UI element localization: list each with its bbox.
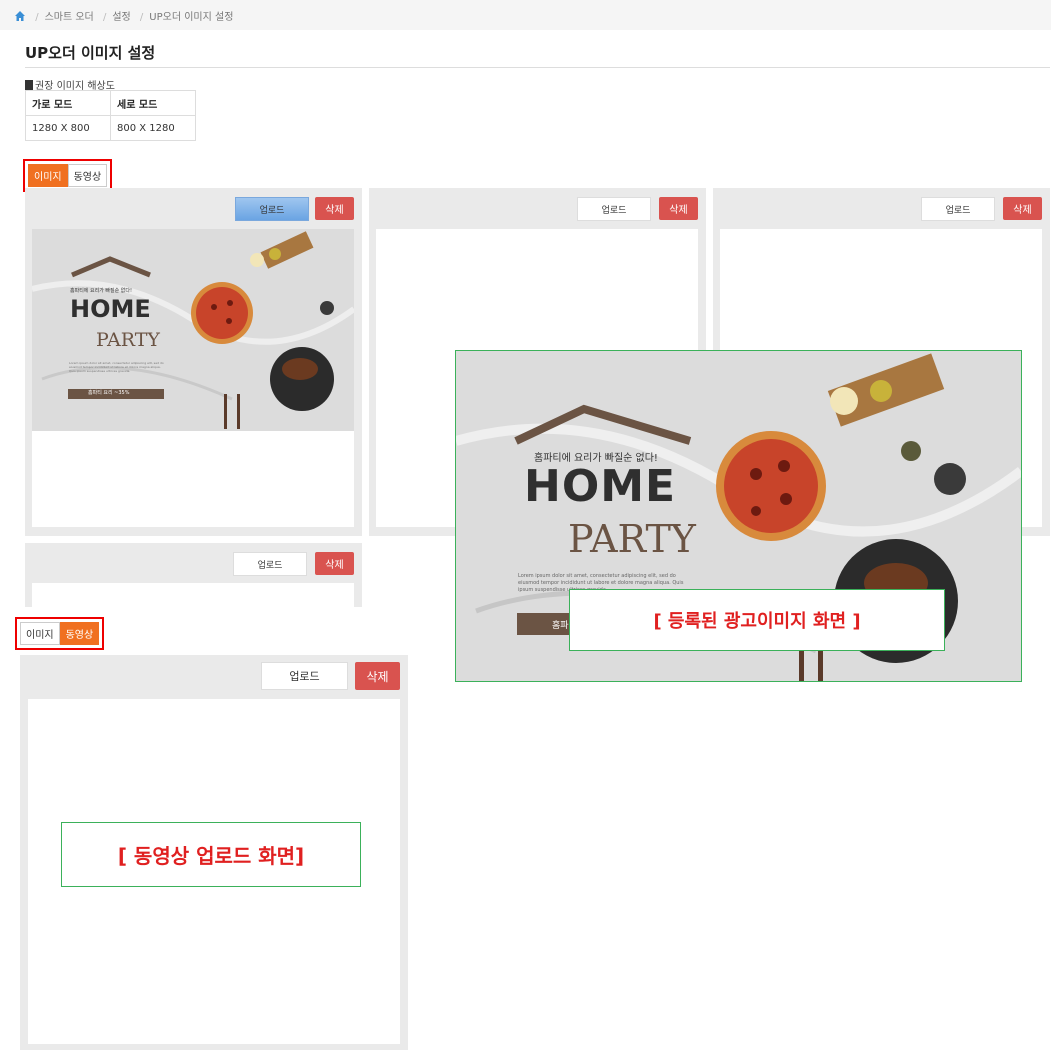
- breadcrumb-item: UP오더 이미지 설정: [149, 12, 234, 23]
- upload-button[interactable]: 업로드: [261, 662, 348, 690]
- media-tab-group: 이미지 동영상: [15, 617, 105, 650]
- ad-home-text: HOME: [524, 461, 677, 512]
- upload-button[interactable]: 업로드: [233, 552, 307, 576]
- video-upload-callout: [ 동영상 업로드 화면]: [61, 822, 361, 887]
- upload-button[interactable]: 업로드: [921, 197, 995, 221]
- ad-lorem: Lorem ipsum dolor sit amet, consectetur …: [69, 361, 164, 373]
- registered-ad-callout: [ 등록된 광고이미지 화면 ]: [569, 589, 945, 651]
- delete-button[interactable]: 삭제: [659, 197, 698, 220]
- table-header: 가로 모드: [25, 90, 111, 116]
- ad-sale: 홈파티 요리 ~35%: [88, 390, 130, 396]
- delete-button[interactable]: 삭제: [1003, 197, 1042, 220]
- resolution-table: 가로 모드 세로 모드 1280 X 800 800 X 1280: [25, 90, 196, 141]
- upload-button[interactable]: 업로드: [235, 197, 309, 221]
- image-preview: [32, 583, 354, 607]
- image-preview: 홈파티에 요리가 빠질순 없다! HOME PARTY Lorem ipsum …: [31, 229, 356, 527]
- tab-video[interactable]: 동영상: [59, 622, 100, 645]
- breadcrumb-item[interactable]: 스마트 오더: [45, 12, 94, 23]
- delete-button[interactable]: 삭제: [355, 662, 400, 690]
- delete-button[interactable]: 삭제: [315, 552, 354, 575]
- upload-button[interactable]: 업로드: [577, 197, 651, 221]
- tab-image[interactable]: 이미지: [28, 164, 68, 187]
- breadcrumb: / 스마트 오더 / 설정 / UP오더 이미지 설정: [14, 8, 233, 23]
- table-cell: 800 X 1280: [110, 115, 196, 141]
- ad-headline: 홈파티에 요리가 빠질순 없다!: [70, 288, 132, 294]
- table-header: 세로 모드: [110, 90, 196, 116]
- ad-party-text: PARTY: [96, 329, 160, 351]
- home-icon[interactable]: [14, 10, 26, 22]
- breadcrumb-item[interactable]: 설정: [112, 12, 130, 23]
- page-title: UP오더 이미지 설정: [25, 44, 156, 62]
- ad-party-text: PARTY: [568, 517, 696, 561]
- document-icon: [25, 80, 33, 90]
- title-divider: [25, 67, 1050, 68]
- tab-image[interactable]: 이미지: [20, 622, 60, 645]
- ad-image-thumbnail: [31, 229, 356, 431]
- delete-button[interactable]: 삭제: [315, 197, 354, 220]
- ad-home-text: HOME: [70, 295, 151, 323]
- tab-video[interactable]: 동영상: [67, 164, 108, 187]
- table-cell: 1280 X 800: [25, 115, 111, 141]
